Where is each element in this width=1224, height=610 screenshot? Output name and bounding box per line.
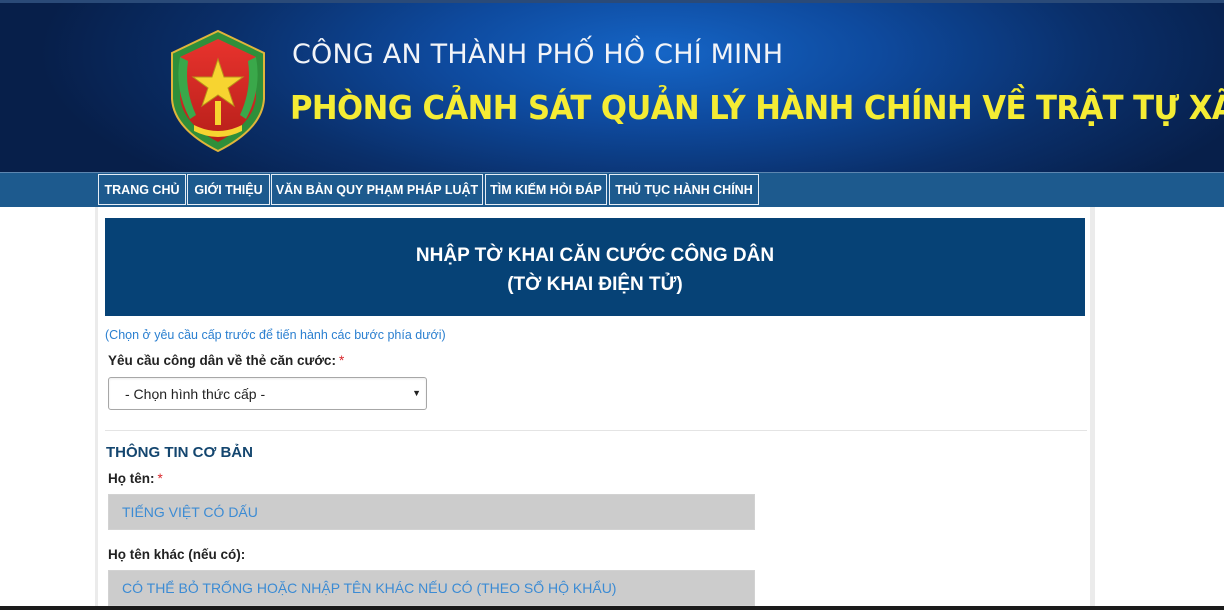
nav-item-tim-kiem-hoi-dap[interactable]: TÌM KIẾM HỎI ĐÁP xyxy=(485,174,607,205)
nav-item-van-ban[interactable]: VĂN BẢN QUY PHẠM PHÁP LUẬT xyxy=(271,174,483,205)
nav-item-gioi-thieu[interactable]: GIỚI THIỆU xyxy=(187,174,270,205)
site-header: CÔNG AN THÀNH PHỐ HỒ CHÍ MINH PHÒNG CẢNH… xyxy=(0,0,1224,172)
section-title-basic-info: THÔNG TIN CƠ BẢN xyxy=(106,444,253,461)
required-mark: * xyxy=(338,353,345,368)
full-name-input[interactable]: TIẾNG VIỆT CÓ DẤU xyxy=(108,494,755,530)
nav-item-thu-tuc-hanh-chinh[interactable]: THỦ TỤC HÀNH CHÍNH xyxy=(609,174,759,205)
form-title-banner: NHẬP TỜ KHAI CĂN CƯỚC CÔNG DÂN (TỜ KHAI … xyxy=(105,218,1085,316)
dropdown-arrow-icon: ▼ xyxy=(412,388,421,398)
form-hint: (Chọn ở yêu cầu cấp trước để tiến hành c… xyxy=(105,328,446,342)
main-nav: TRANG CHỦ GIỚI THIỆU VĂN BẢN QUY PHẠM PH… xyxy=(0,172,1224,207)
other-name-label: Họ tên khác (nếu có): xyxy=(108,547,246,562)
window-bottom-edge xyxy=(0,606,1224,610)
section-divider xyxy=(105,430,1087,431)
required-mark: * xyxy=(157,471,163,486)
nav-item-trang-chu[interactable]: TRANG CHỦ xyxy=(98,174,186,205)
other-name-input[interactable]: CÓ THỂ BỎ TRỐNG HOẶC NHẬP TÊN KHÁC NẾU C… xyxy=(108,570,755,606)
request-type-select[interactable]: - Chọn hình thức cấp - ▼ xyxy=(108,377,427,410)
form-subtitle: (TỜ KHAI ĐIỆN TỬ) xyxy=(507,274,683,295)
header-title-line2: PHÒNG CẢNH SÁT QUẢN LÝ HÀNH CHÍNH VỀ TRẬ… xyxy=(290,88,1224,127)
police-emblem-icon xyxy=(171,29,265,153)
name-label-text: Họ tên: xyxy=(108,471,155,486)
request-type-value: - Chọn hình thức cấp - xyxy=(125,386,266,402)
request-label-text: Yêu cầu công dân về thẻ căn cước: xyxy=(108,353,336,368)
form-title: NHẬP TỜ KHAI CĂN CƯỚC CÔNG DÂN xyxy=(415,245,775,266)
name-label: Họ tên: * xyxy=(108,471,163,486)
request-label: Yêu cầu công dân về thẻ căn cước: * xyxy=(108,353,344,368)
header-title-line1: CÔNG AN THÀNH PHỐ HỒ CHÍ MINH xyxy=(292,39,784,70)
